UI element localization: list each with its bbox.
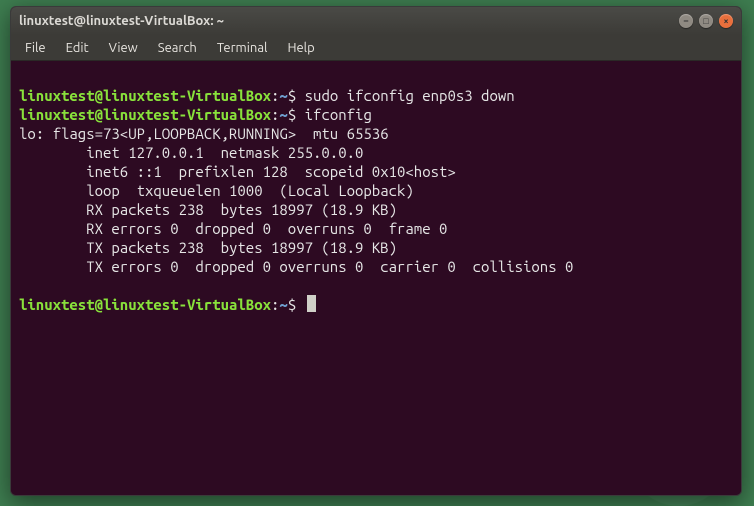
menu-terminal[interactable]: Terminal	[209, 39, 276, 57]
output-line: TX errors 0 dropped 0 overruns 0 carrier…	[19, 258, 573, 275]
cursor	[307, 295, 316, 312]
minimize-button[interactable]: –	[679, 14, 693, 28]
terminal-window: linuxtest@linuxtest-VirtualBox: ~ – □ × …	[10, 6, 742, 496]
terminal-body[interactable]: linuxtest@linuxtest-VirtualBox:~$ sudo i…	[11, 61, 741, 495]
titlebar[interactable]: linuxtest@linuxtest-VirtualBox: ~ – □ ×	[11, 7, 741, 35]
menu-file[interactable]: File	[17, 39, 54, 57]
maximize-icon: □	[703, 16, 708, 26]
prompt-user: linuxtest@linuxtest-VirtualBox	[19, 87, 271, 104]
prompt-user: linuxtest@linuxtest-VirtualBox	[19, 106, 271, 123]
command-1: sudo ifconfig enp0s3 down	[305, 87, 515, 104]
maximize-button[interactable]: □	[699, 14, 713, 28]
output-line: loop txqueuelen 1000 (Local Loopback)	[19, 182, 414, 199]
output-line: RX packets 238 bytes 18997 (18.9 KB)	[19, 201, 397, 218]
window-title: linuxtest@linuxtest-VirtualBox: ~	[19, 14, 679, 28]
minimize-icon: –	[684, 16, 689, 26]
output-line: TX packets 238 bytes 18997 (18.9 KB)	[19, 239, 397, 256]
prompt-path: ~	[279, 296, 287, 313]
prompt-path: ~	[279, 106, 287, 123]
close-icon: ×	[723, 16, 728, 26]
menubar: File Edit View Search Terminal Help	[11, 35, 741, 61]
prompt-user: linuxtest@linuxtest-VirtualBox	[19, 296, 271, 313]
prompt-path: ~	[279, 87, 287, 104]
prompt-dollar: $	[288, 296, 305, 313]
close-button[interactable]: ×	[719, 14, 733, 28]
output-line: inet6 ::1 prefixlen 128 scopeid 0x10<hos…	[19, 163, 456, 180]
output-line: lo: flags=73<UP,LOOPBACK,RUNNING> mtu 65…	[19, 125, 389, 142]
command-2: ifconfig	[305, 106, 372, 123]
menu-edit[interactable]: Edit	[58, 39, 97, 57]
prompt-dollar: $	[288, 106, 305, 123]
output-line: inet 127.0.0.1 netmask 255.0.0.0	[19, 144, 363, 161]
menu-view[interactable]: View	[101, 39, 146, 57]
window-buttons: – □ ×	[679, 14, 733, 28]
menu-help[interactable]: Help	[279, 39, 322, 57]
output-line: RX errors 0 dropped 0 overruns 0 frame 0	[19, 220, 447, 237]
menu-search[interactable]: Search	[150, 39, 205, 57]
prompt-dollar: $	[288, 87, 305, 104]
